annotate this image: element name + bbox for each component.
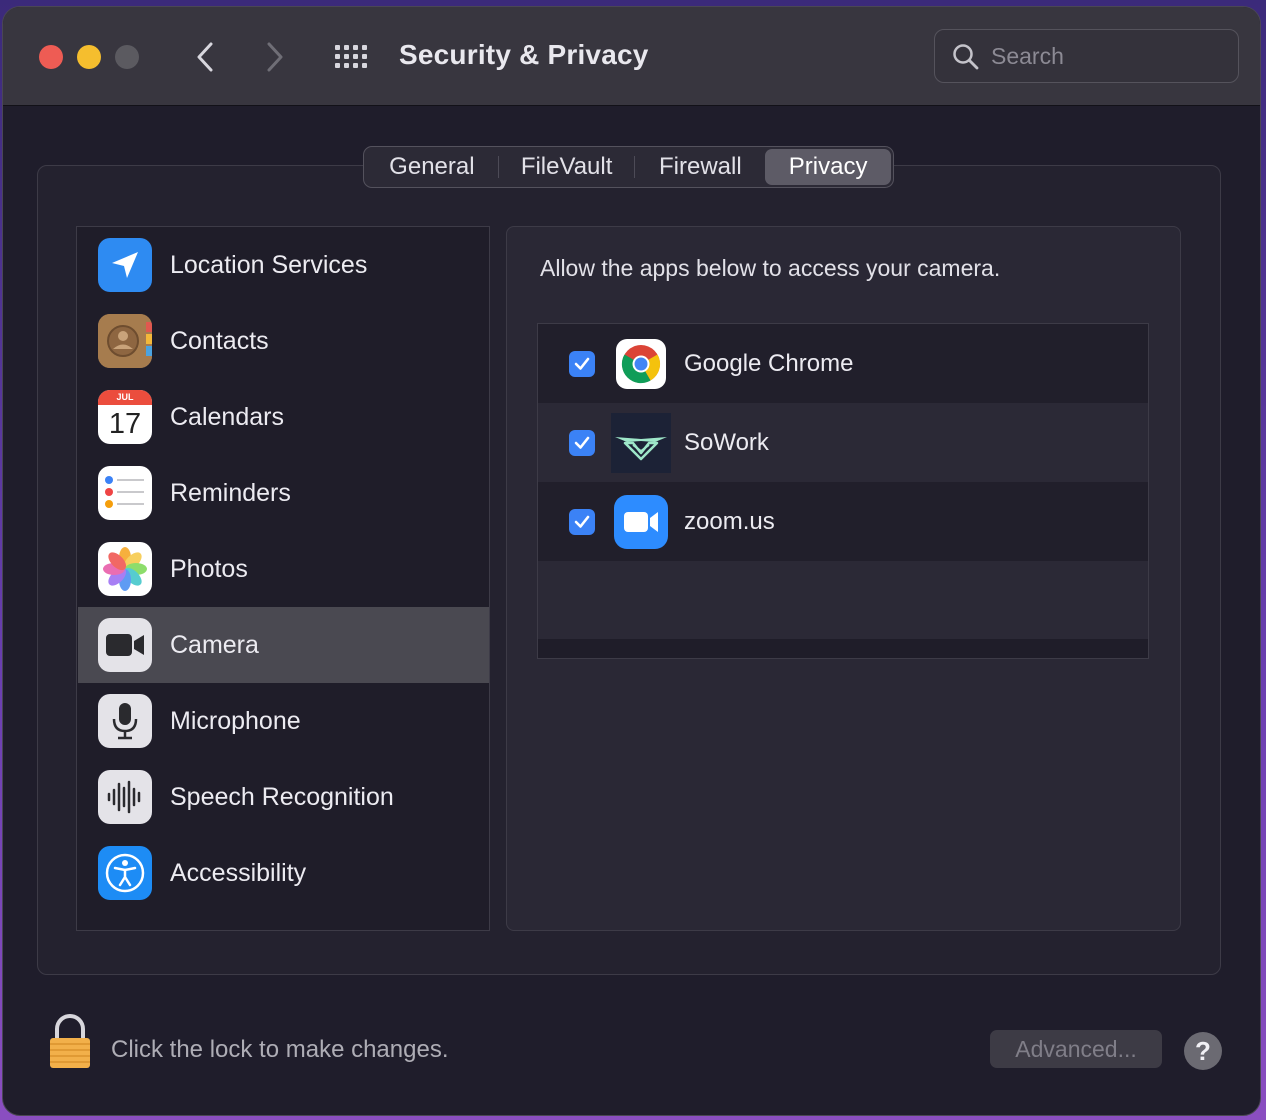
reminders-icon (98, 466, 152, 520)
app-name: zoom.us (684, 507, 775, 535)
lock-icon (50, 1014, 90, 1068)
tab-filevault[interactable]: FileVault (499, 149, 635, 185)
zoom-window-button[interactable] (115, 45, 139, 69)
list-item-empty (538, 561, 1148, 640)
tab-general[interactable]: General (366, 149, 498, 185)
sidebar-item-accessibility[interactable]: Accessibility (78, 835, 489, 911)
forward-button[interactable] (255, 37, 295, 77)
sidebar-item-microphone[interactable]: Microphone (78, 683, 489, 759)
search-icon (953, 44, 979, 70)
lock-hint: Click the lock to make changes. (111, 1036, 449, 1063)
chrome-icon (611, 334, 671, 394)
list-item: Google Chrome (538, 324, 1148, 403)
photos-icon (98, 542, 152, 596)
app-permission-list: Google Chrome SoWork zoom.us (537, 323, 1149, 659)
sidebar-item-label: Contacts (170, 326, 269, 355)
privacy-category-list: Location Services Contacts JUL 17 Calend… (76, 226, 490, 931)
lock-button[interactable] (47, 1014, 93, 1070)
help-button[interactable]: ? (1184, 1032, 1222, 1070)
camera-permissions-pane: Allow the apps below to access your came… (506, 226, 1181, 931)
advanced-button[interactable]: Advanced... (990, 1030, 1162, 1068)
back-button[interactable] (185, 37, 225, 77)
zoom-checkbox[interactable] (569, 508, 595, 535)
search-field[interactable] (934, 29, 1239, 83)
sidebar-item-calendars[interactable]: JUL 17 Calendars (78, 379, 489, 455)
close-window-button[interactable] (39, 45, 63, 69)
list-item: SoWork (538, 403, 1148, 482)
chevron-right-icon (267, 42, 283, 72)
sidebar-item-label: Location Services (170, 250, 368, 279)
microphone-icon (98, 694, 152, 748)
sidebar-item-label: Speech Recognition (170, 782, 394, 811)
calendar-icon: JUL 17 (98, 390, 152, 444)
sidebar-item-label: Camera (170, 630, 259, 659)
sowork-checkbox[interactable] (569, 429, 595, 456)
sidebar-item-label: Microphone (170, 706, 301, 735)
sidebar-item-location-services[interactable]: Location Services (78, 227, 489, 303)
chrome-checkbox[interactable] (569, 350, 595, 377)
checkmark-icon (574, 357, 590, 370)
chevron-left-icon (197, 42, 213, 72)
sidebar-item-reminders[interactable]: Reminders (78, 455, 489, 531)
app-name: SoWork (684, 428, 769, 456)
search-input[interactable] (991, 38, 1221, 74)
pane-description: Allow the apps below to access your came… (540, 255, 1001, 281)
camera-icon (98, 618, 152, 672)
contacts-icon (98, 314, 152, 368)
accessibility-icon (98, 846, 152, 900)
sidebar-item-contacts[interactable]: Contacts (78, 303, 489, 379)
sidebar-item-label: Photos (170, 554, 248, 583)
show-all-button[interactable] (331, 41, 371, 73)
list-item: zoom.us (538, 482, 1148, 561)
tab-privacy[interactable]: Privacy (765, 149, 891, 185)
tab-bar: General FileVault Firewall Privacy (363, 146, 894, 188)
app-name: Google Chrome (684, 349, 854, 377)
waveform-icon (98, 770, 152, 824)
checkmark-icon (574, 515, 590, 528)
minimize-window-button[interactable] (77, 45, 101, 69)
sidebar-item-label: Accessibility (170, 858, 307, 887)
calendar-day: 17 (108, 408, 142, 440)
sidebar-item-speech-recognition[interactable]: Speech Recognition (78, 759, 489, 835)
title-bar: Security & Privacy (3, 7, 1260, 106)
calendar-month: JUL (98, 390, 152, 405)
checkmark-icon (574, 436, 590, 449)
window-title: Security & Privacy (399, 39, 649, 70)
sidebar-item-label: Calendars (170, 402, 284, 431)
sidebar-item-photos[interactable]: Photos (78, 531, 489, 607)
location-arrow-icon (98, 238, 152, 292)
zoom-icon (611, 492, 671, 552)
list-footer-bar (538, 639, 1148, 658)
grid-icon (335, 45, 367, 68)
tab-firewall[interactable]: Firewall (635, 149, 765, 185)
sidebar-item-camera[interactable]: Camera (78, 607, 489, 683)
sowork-icon (611, 412, 671, 473)
sidebar-item-label: Reminders (170, 478, 291, 507)
